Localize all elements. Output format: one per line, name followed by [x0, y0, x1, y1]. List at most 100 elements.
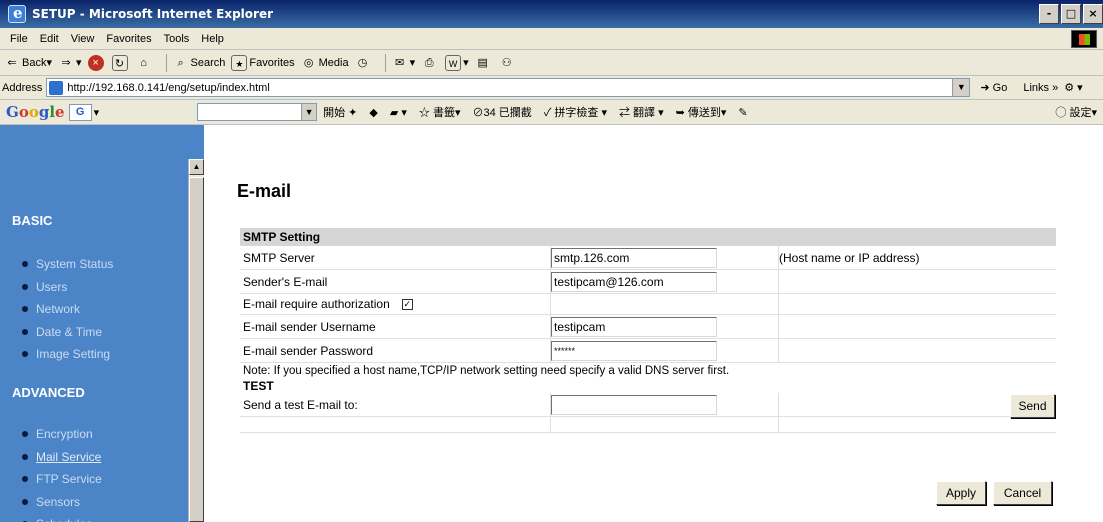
test-email-label: Send a test E-mail to:: [240, 393, 551, 416]
sidebar-item-mail-service[interactable]: Mail Service: [22, 446, 102, 469]
menu-file[interactable]: File: [10, 33, 28, 45]
media-label: Media: [318, 56, 349, 69]
go-arrow-icon: ➜: [980, 82, 993, 94]
mail-button[interactable]: ✉ ▾: [392, 55, 415, 71]
minimize-button[interactable]: -: [1039, 4, 1059, 24]
sidebar: BASIC System Status Users Network Date &…: [0, 125, 204, 522]
pen-icon[interactable]: ✎: [738, 106, 747, 119]
page-icon: [49, 80, 64, 95]
menu-bar: File Edit View Favorites Tools Help: [0, 28, 1103, 50]
sidebar-item-date-time[interactable]: Date & Time: [21, 321, 113, 344]
forward-button[interactable]: ⇒ ▾: [58, 55, 81, 71]
sidebar-item-users[interactable]: Users: [21, 276, 113, 299]
scroll-up-icon[interactable]: ▲: [189, 159, 204, 175]
chevron-down-icon: ▾: [463, 57, 469, 69]
page-title: E-mail: [237, 181, 292, 201]
favorites-button[interactable]: ★ Favorites: [231, 54, 295, 71]
translate-button[interactable]: ⇄ 翻譯 ▾: [619, 104, 664, 120]
sidebar-item-network[interactable]: Network: [21, 298, 113, 321]
favorites-icon: ★: [231, 54, 248, 71]
chevron-right-icon: »: [1052, 81, 1059, 94]
toolbar-extension-icon[interactable]: ⚙ ▾: [1064, 81, 1082, 94]
apply-button[interactable]: Apply: [936, 481, 986, 505]
edit-button[interactable]: W ▾: [445, 54, 469, 71]
links-label: Links: [1023, 81, 1050, 94]
back-arrow-icon: ⇐: [7, 56, 17, 69]
google-search-input[interactable]: ▼: [197, 103, 318, 121]
ie-icon: [8, 4, 26, 23]
search-button[interactable]: ⌕ Search: [173, 55, 225, 71]
windows-logo-icon: [1071, 30, 1097, 48]
menu-tools[interactable]: Tools: [164, 33, 190, 45]
go-label: Go: [992, 82, 1008, 94]
history-icon: ◷: [357, 56, 368, 69]
test-email-input[interactable]: [551, 394, 717, 415]
sidebar-item-schedules[interactable]: Schedules: [22, 513, 102, 522]
popup-blocker-button[interactable]: ⊘34 已攔截: [473, 104, 532, 120]
address-field[interactable]: http://192.168.0.141/eng/setup/index.htm…: [46, 78, 971, 97]
toolbar-separator: [165, 53, 167, 72]
stop-button[interactable]: ×: [87, 54, 106, 71]
chevron-down-icon: ▾: [46, 57, 52, 69]
send-to-button[interactable]: ➥ 傳送到▾: [676, 104, 727, 120]
discuss-button[interactable]: ▤: [475, 55, 493, 71]
close-button[interactable]: ×: [1083, 4, 1103, 24]
sidebar-item-system-status[interactable]: System Status: [21, 253, 113, 276]
google-g-icon[interactable]: G: [68, 103, 92, 121]
menu-favorites[interactable]: Favorites: [106, 33, 151, 45]
spellcheck-button[interactable]: ✓ 拼字檢查 ▾: [544, 104, 607, 120]
bookmarks-button[interactable]: ☆ 書籤▾: [419, 104, 461, 120]
search-dropdown-icon[interactable]: ▼: [301, 104, 317, 120]
favorites-label: Favorites: [249, 56, 295, 69]
media-button[interactable]: ◎ Media: [301, 55, 349, 71]
home-icon: ⌂: [140, 56, 147, 69]
print-button[interactable]: ⎙: [421, 55, 439, 71]
sender-email-label: Sender's E-mail: [240, 270, 551, 293]
scrollbar-thumb[interactable]: [189, 177, 204, 522]
menu-help[interactable]: Help: [201, 33, 224, 45]
cancel-button[interactable]: Cancel: [993, 481, 1052, 505]
print-icon: ⎙: [424, 56, 434, 69]
auth-checkbox[interactable]: ✓: [401, 298, 413, 310]
messenger-button[interactable]: ⚇: [499, 55, 517, 71]
sidebar-item-encryption[interactable]: Encryption: [22, 423, 102, 446]
pagerank-icon[interactable]: ▰ ▾: [390, 106, 407, 119]
word-icon: W: [445, 54, 462, 71]
sender-email-input[interactable]: [551, 271, 717, 292]
browser-toolbar: ⇐ Back ▾ ⇒ ▾ × ↻ ⌂ ⌕ Search ★ Favorites …: [0, 50, 1103, 76]
send-button[interactable]: Send: [1010, 394, 1055, 418]
google-toolbar: Google G ▾ ▼ 開始 ✦ ◆ ▰ ▾ ☆ 書籤▾ ⊘34 已攔截 ✓ …: [0, 100, 1103, 125]
sidebar-basic-heading: BASIC: [12, 213, 53, 228]
username-input[interactable]: [551, 316, 717, 337]
refresh-button[interactable]: ↻: [111, 54, 130, 71]
back-button[interactable]: ⇐ Back ▾: [4, 55, 52, 71]
smtp-server-label: SMTP Server: [240, 246, 551, 269]
chevron-down-icon: ▾: [93, 106, 100, 119]
settings-button[interactable]: ◯ 設定▾: [1055, 104, 1097, 120]
address-dropdown-icon[interactable]: ▼: [952, 79, 970, 96]
smtp-section-heading: SMTP Setting: [240, 228, 1056, 246]
sidebar-item-ftp-service[interactable]: FTP Service: [22, 468, 102, 491]
sidebar-item-image-setting[interactable]: Image Setting: [21, 343, 113, 366]
google-search-button[interactable]: 開始 ✦: [323, 104, 357, 120]
maximize-button[interactable]: □: [1061, 4, 1081, 24]
toolbar-separator: [384, 53, 386, 72]
test-email-row: Send a test E-mail to: Send: [240, 393, 1056, 418]
menu-edit[interactable]: Edit: [40, 33, 59, 45]
smtp-server-input[interactable]: [551, 247, 717, 268]
sidebar-scrollbar[interactable]: ▲: [188, 159, 204, 522]
history-button[interactable]: ◷: [355, 55, 373, 71]
address-bar: Address http://192.168.0.141/eng/setup/i…: [0, 76, 1103, 100]
home-button[interactable]: ⌂: [136, 55, 154, 71]
form-actions: Apply Cancel: [936, 481, 1052, 505]
messenger-icon: ⚇: [501, 56, 512, 69]
go-button[interactable]: ➜ Go: [980, 81, 1007, 94]
sidebar-item-sensors[interactable]: Sensors: [22, 491, 102, 514]
password-input[interactable]: [551, 340, 717, 361]
menu-view[interactable]: View: [71, 33, 95, 45]
username-row: E-mail sender Username: [240, 315, 1056, 339]
forward-arrow-icon: ⇒: [61, 56, 71, 69]
links-button[interactable]: Links »: [1023, 82, 1058, 94]
news-icon[interactable]: ◆: [369, 106, 377, 119]
address-label: Address: [2, 81, 43, 94]
